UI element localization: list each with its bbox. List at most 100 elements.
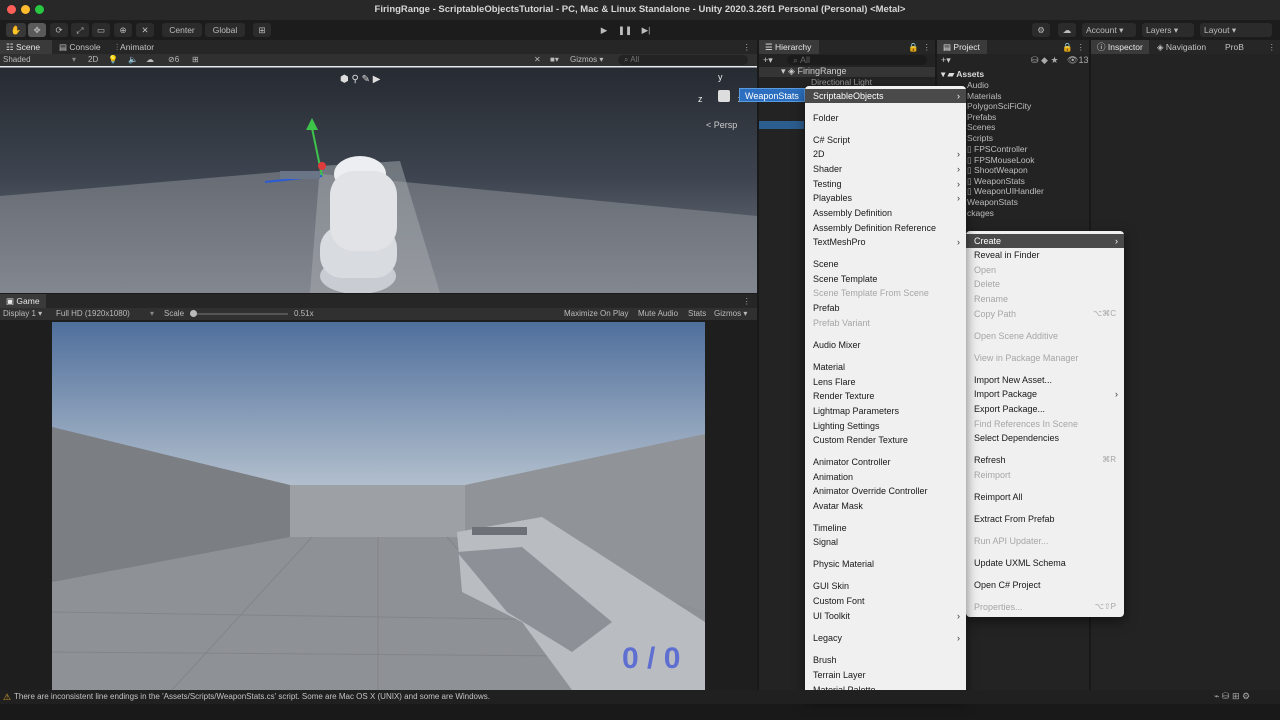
scene-viewport[interactable]: ⬢ ⚲ ✎ ▶ y z x < Persp: [0, 66, 757, 293]
tab-game[interactable]: ▣ Game: [0, 294, 46, 308]
camera-icon[interactable]: ■▾: [550, 54, 559, 66]
project-item-weaponstats-asset[interactable]: WeaponStats: [967, 197, 1018, 207]
create-item-testing[interactable]: Testing ›: [805, 177, 966, 191]
create-item-playables[interactable]: Playables ›: [805, 191, 966, 205]
scene-camera-icons[interactable]: ⬢ ⚲ ✎ ▶: [340, 74, 380, 85]
create-item-animator-override-controller[interactable]: Animator Override Controller: [805, 484, 966, 498]
grid-snap-icon[interactable]: ⊞: [253, 23, 271, 37]
tools-icon[interactable]: ✕: [534, 54, 541, 66]
create-item-prefab[interactable]: Prefab: [805, 301, 966, 315]
stats-toggle[interactable]: Stats: [688, 308, 706, 320]
hierarchy-add-button[interactable]: +▾: [763, 55, 773, 66]
game-gizmos-dropdown[interactable]: Gizmos ▾: [714, 308, 747, 320]
tab-probuilder[interactable]: ProB: [1219, 40, 1259, 54]
rect-tool-icon[interactable]: ▭: [92, 23, 110, 37]
collab-icon[interactable]: ⚙: [1032, 23, 1050, 37]
tab-animator[interactable]: ⫶ Animator: [110, 40, 172, 54]
create-item-physic-material[interactable]: Physic Material: [805, 557, 966, 571]
hierarchy-lock-icon[interactable]: 🔒: [908, 40, 919, 54]
transform-tool-icon[interactable]: ⊕: [114, 23, 132, 37]
resolution-dropdown[interactable]: Full HD (1920x1080): [56, 308, 130, 320]
create-item-lens-flare[interactable]: Lens Flare: [805, 375, 966, 389]
account-dropdown[interactable]: Account ▾: [1082, 23, 1136, 37]
create-item-render-texture[interactable]: Render Texture: [805, 389, 966, 403]
context-item-import-new-asset[interactable]: Import New Asset...: [966, 373, 1124, 387]
status-icons[interactable]: ⌁ ⛁ ⊞ ⚙: [1214, 691, 1250, 702]
context-item-open-c-project[interactable]: Open C# Project: [966, 578, 1124, 592]
create-item-terrain-layer[interactable]: Terrain Layer: [805, 668, 966, 682]
project-root-assets[interactable]: ▾ ▰ Assets: [941, 69, 984, 80]
tab-inspector[interactable]: ⓘ Inspector: [1091, 40, 1149, 54]
create-item-folder[interactable]: Folder: [805, 111, 966, 125]
project-folder-scripts[interactable]: Scripts: [967, 133, 993, 143]
game-panel-menu-icon[interactable]: ⋮: [743, 294, 752, 308]
persp-label[interactable]: < Persp: [706, 120, 737, 130]
2d-toggle[interactable]: 2D: [88, 54, 98, 66]
create-item-brush[interactable]: Brush: [805, 653, 966, 667]
context-item-reimport-all[interactable]: Reimport All: [966, 490, 1124, 504]
context-item-reveal-in-finder[interactable]: Reveal in Finder: [966, 248, 1124, 262]
hierarchy-selected-row[interactable]: [759, 121, 804, 129]
create-item-custom-font[interactable]: Custom Font: [805, 594, 966, 608]
project-folder-polygonscificity[interactable]: PolygonSciFiCity: [967, 101, 1031, 111]
create-item-audio-mixer[interactable]: Audio Mixer: [805, 338, 966, 352]
project-script-weaponuihandler[interactable]: ▯ WeaponUIHandler: [967, 186, 1044, 197]
effects-toggle-icon[interactable]: ☁: [146, 54, 154, 66]
context-item-update-uxml-schema[interactable]: Update UXML Schema: [966, 556, 1124, 570]
mute-audio-toggle[interactable]: Mute Audio: [638, 308, 678, 320]
project-folder-prefabs[interactable]: Prefabs: [967, 112, 996, 122]
create-item-legacy[interactable]: Legacy ›: [805, 631, 966, 645]
create-item-c-script[interactable]: C# Script: [805, 133, 966, 147]
create-item-gui-skin[interactable]: GUI Skin: [805, 579, 966, 593]
step-button[interactable]: ▶|: [638, 23, 654, 37]
shading-mode-dropdown[interactable]: Shaded: [3, 54, 31, 66]
project-item-packages[interactable]: ckages: [967, 208, 994, 218]
scene-search-input[interactable]: ⌕ All: [618, 55, 748, 65]
context-item-export-package[interactable]: Export Package...: [966, 402, 1124, 416]
scale-tool-icon[interactable]: ⤢: [71, 23, 89, 37]
create-item-scene[interactable]: Scene: [805, 257, 966, 271]
create-item-lighting-settings[interactable]: Lighting Settings: [805, 419, 966, 433]
project-filter-icons[interactable]: ⛁ ◆ ★: [1031, 55, 1059, 66]
create-item-assembly-definition-reference[interactable]: Assembly Definition Reference: [805, 221, 966, 235]
pause-button[interactable]: ❚❚: [617, 23, 633, 37]
create-item-material[interactable]: Material: [805, 360, 966, 374]
layout-dropdown[interactable]: Layout ▾: [1200, 23, 1272, 37]
create-item-2d[interactable]: 2D ›: [805, 147, 966, 161]
display-dropdown[interactable]: Display 1 ▾: [3, 308, 42, 320]
project-folder-scenes[interactable]: Scenes: [967, 122, 995, 132]
create-item-timeline[interactable]: Timeline: [805, 521, 966, 535]
hierarchy-menu-icon[interactable]: ⋮: [923, 40, 932, 54]
context-item-extract-from-prefab[interactable]: Extract From Prefab: [966, 512, 1124, 526]
create-item-lightmap-parameters[interactable]: Lightmap Parameters: [805, 404, 966, 418]
project-script-weaponstats[interactable]: ▯ WeaponStats: [967, 176, 1025, 187]
project-script-fpsmouselook[interactable]: ▯ FPSMouseLook: [967, 155, 1035, 166]
project-menu-icon[interactable]: ⋮: [1077, 40, 1086, 54]
gizmos-dropdown[interactable]: Gizmos ▾: [570, 54, 603, 66]
rename-input[interactable]: WeaponStats: [739, 88, 805, 102]
scale-slider-handle[interactable]: [190, 310, 197, 317]
hierarchy-scene-row[interactable]: ▾ ◈ FiringRange: [759, 66, 935, 77]
context-item-refresh[interactable]: Refresh ⌘R: [966, 453, 1124, 467]
inspector-menu-icon[interactable]: ⋮: [1268, 40, 1277, 54]
create-item-shader[interactable]: Shader ›: [805, 162, 966, 176]
hierarchy-search-input[interactable]: ⌕ All: [787, 55, 927, 65]
create-item-scriptableobjects[interactable]: ScriptableObjects ›: [805, 89, 966, 103]
grid-toggle-icon[interactable]: ⊞: [192, 54, 199, 66]
create-item-ui-toolkit[interactable]: UI Toolkit ›: [805, 609, 966, 623]
play-button[interactable]: ▶: [596, 23, 612, 37]
status-message[interactable]: There are inconsistent line endings in t…: [14, 692, 490, 701]
context-item-create[interactable]: Create ›: [966, 234, 1124, 248]
project-script-shootweapon[interactable]: ▯ ShootWeapon: [967, 165, 1028, 176]
layers-dropdown[interactable]: Layers ▾: [1142, 23, 1194, 37]
tab-scene[interactable]: ☷ Scene: [0, 40, 52, 54]
project-folder-audio[interactable]: Audio: [967, 80, 989, 90]
create-item-scene-template[interactable]: Scene Template: [805, 272, 966, 286]
pivot-center-toggle[interactable]: Center: [162, 23, 202, 37]
create-item-avatar-mask[interactable]: Avatar Mask: [805, 499, 966, 513]
tab-project[interactable]: ▤ Project: [937, 40, 987, 54]
create-item-signal[interactable]: Signal: [805, 535, 966, 549]
cloud-icon[interactable]: ☁: [1058, 23, 1076, 37]
scale-slider-track[interactable]: [190, 313, 288, 315]
project-folder-materials[interactable]: Materials: [967, 91, 1001, 101]
